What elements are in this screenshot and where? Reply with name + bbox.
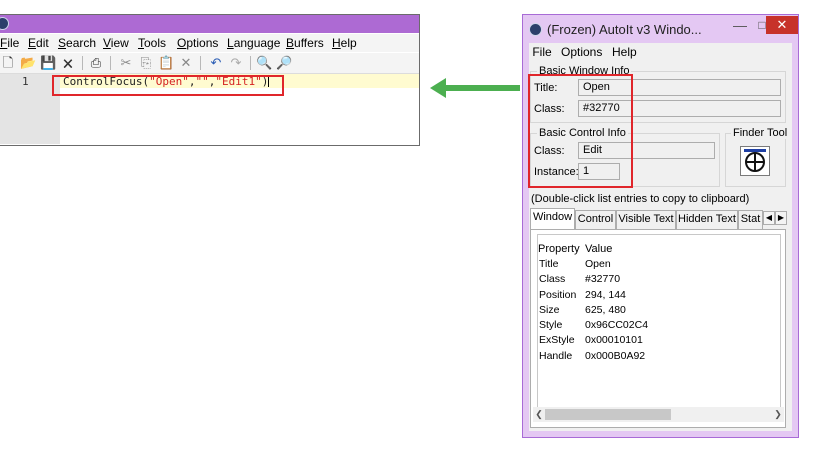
list-item-property[interactable]: Handle [539,350,572,362]
editor-titlebar [0,15,419,33]
list-item-property[interactable]: Style [539,319,562,331]
menu-language[interactable]: Language [227,36,280,50]
list-item-property[interactable]: Size [539,304,559,316]
list-item-value[interactable]: #32770 [585,273,620,285]
list-item-property[interactable]: Position [539,289,576,301]
property-list[interactable] [530,229,786,428]
list-item-property[interactable]: ExStyle [539,334,575,346]
delete-icon[interactable]: ✕ [178,55,194,71]
print-icon[interactable]: ⎙ [88,55,104,71]
window-title: (Frozen) AutoIt v3 Windo... [547,22,702,37]
list-item-value[interactable]: Open [585,258,611,270]
copy-icon[interactable]: ⎘ [138,55,154,71]
window-titlebar[interactable]: (Frozen) AutoIt v3 Windo... — □ ✕ [523,15,798,43]
property-list-inner [537,234,781,408]
menu-file[interactable]: FFile [532,45,552,59]
autoit-logo-icon [0,17,9,30]
list-item-property[interactable]: Title [539,258,558,270]
label-highlight-box [528,74,633,188]
save-icon[interactable]: 💾 [40,55,56,71]
list-item-property[interactable]: Class [539,273,565,285]
scroll-right-icon[interactable]: ❯ [772,408,784,421]
green-arrow-icon [430,78,520,98]
tab-scroll-left-icon[interactable]: ◀ [763,211,775,225]
undo-icon[interactable]: ↶ [208,55,224,71]
tab-statusbar[interactable]: Stat [738,210,763,229]
tab-scroll-right-icon[interactable]: ▶ [775,211,787,225]
editor-toolbar: 🗋 📂 💾 🗙 ⎙ ✂ ⎘ 📋 ✕ ↶ ↷ 🔍 🔎 [0,53,419,74]
line-number-gutter [0,74,60,144]
list-item-value[interactable]: 0x00010101 [585,334,643,346]
menu-search[interactable]: Search [58,36,96,50]
tab-hidden-text[interactable]: Hidden Text [676,210,738,229]
minimize-icon[interactable]: — [731,18,749,34]
menu-help[interactable]: Help [332,36,357,50]
scrollbar-thumb[interactable] [545,409,671,420]
list-item-value[interactable]: 294, 144 [585,289,626,301]
find-replace-icon[interactable]: 🔎 [276,55,292,71]
menu-edit[interactable]: Edit [28,36,49,50]
menu-options[interactable]: Options [561,45,602,59]
horizontal-scrollbar[interactable]: ❮ ❯ [533,407,784,422]
tab-window[interactable]: Window [530,208,575,229]
paste-icon[interactable]: 📋 [158,55,174,71]
menu-buffers[interactable]: Buffers [286,36,324,50]
list-item-value[interactable]: 0x96CC02C4 [585,319,648,331]
menu-view[interactable]: View [103,36,129,50]
search-icon[interactable]: 🔍 [256,55,272,71]
autoit-logo-icon [529,23,542,36]
menu-options[interactable]: Options [177,36,218,50]
finder-tool-button[interactable] [740,146,770,176]
menu-file[interactable]: File [0,36,19,50]
list-item-value[interactable]: 0x000B0A92 [585,350,645,362]
crosshair-icon [745,152,765,172]
menu-tools[interactable]: Tools [138,36,166,50]
editor-menubar: File Edit Search View Tools Options Language Bu… [0,34,419,52]
tab-visible-text[interactable]: Visible Text [616,210,676,229]
open-folder-icon[interactable]: 📂 [20,55,36,71]
menu-help[interactable]: Help [612,45,637,59]
list-item-value[interactable]: 625, 480 [585,304,626,316]
close-file-icon[interactable]: 🗙 [60,55,76,71]
property-column-header[interactable]: Property [538,243,580,255]
scroll-left-icon[interactable]: ❮ [533,408,545,421]
line-number: 1 [22,75,29,88]
redo-icon[interactable]: ↷ [228,55,244,71]
close-icon[interactable]: ✕ [766,16,798,34]
code-highlight-box [52,75,284,96]
new-file-icon[interactable]: 🗋 [0,55,16,71]
hint-text: (Double-click list entries to copy to cl… [531,193,750,205]
cut-icon[interactable]: ✂ [118,55,134,71]
finder-tool-label: Finder Tool [731,127,790,139]
value-column-header[interactable]: Value [585,243,612,255]
tab-control[interactable]: Control [575,210,616,229]
